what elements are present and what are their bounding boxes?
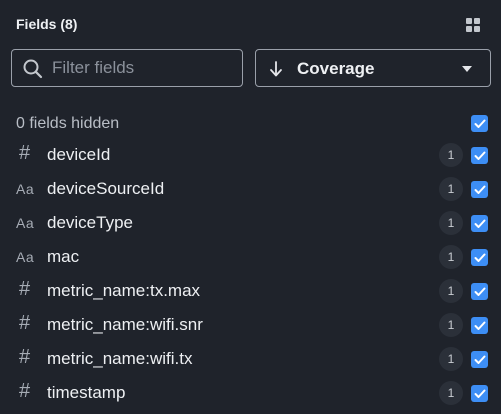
check-icon [474, 355, 485, 364]
sort-dropdown[interactable]: Coverage [255, 49, 491, 87]
field-visibility-checkbox[interactable] [471, 215, 488, 232]
field-name: deviceSourceId [47, 179, 165, 198]
count-badge: 1 [439, 177, 463, 201]
fields-panel: Fields (8) Coverage 0 fields hidden [0, 0, 501, 414]
field-visibility-checkbox[interactable] [471, 351, 488, 368]
hidden-fields-row: 0 fields hidden [16, 114, 492, 134]
count-badge: 1 [439, 381, 463, 405]
sort-label: Coverage [297, 59, 375, 78]
field-name: metric_name:wifi.snr [47, 315, 203, 334]
field-list: # deviceId 1 Aa deviceSourceId 1 Aa deviceType 1… [0, 138, 501, 410]
field-name: metric_name:tx.max [47, 281, 201, 300]
panel-header: Fields (8) [16, 14, 492, 36]
field-row[interactable]: # deviceId 1 [0, 138, 501, 172]
field-row[interactable]: Aa mac 1 [0, 240, 501, 274]
check-icon [474, 389, 485, 398]
check-icon [474, 321, 485, 330]
filter-fields-box[interactable] [11, 49, 243, 87]
field-visibility-checkbox[interactable] [471, 283, 488, 300]
field-row[interactable]: # metric_name:wifi.snr 1 [0, 308, 501, 342]
number-type-icon: # [19, 277, 31, 300]
arrow-down-icon [270, 61, 282, 77]
field-name: deviceType [47, 213, 133, 232]
count-badge: 1 [439, 347, 463, 371]
panel-title: Fields (8) [16, 16, 78, 32]
check-icon [474, 219, 485, 228]
string-type-icon: Aa [16, 181, 35, 197]
field-visibility-checkbox[interactable] [471, 385, 488, 402]
check-icon [474, 287, 485, 296]
check-icon [474, 253, 485, 262]
check-icon [474, 185, 485, 194]
field-row[interactable]: # timestamp 1 [0, 376, 501, 410]
count-badge: 1 [439, 245, 463, 269]
check-icon [474, 119, 485, 128]
field-row[interactable]: Aa deviceSourceId 1 [0, 172, 501, 206]
field-visibility-checkbox[interactable] [471, 181, 488, 198]
field-row[interactable]: Aa deviceType 1 [0, 206, 501, 240]
count-badge: 1 [439, 211, 463, 235]
toggle-all-checkbox[interactable] [471, 115, 488, 132]
layout-toggle-button[interactable] [462, 14, 484, 36]
count-badge: 1 [439, 279, 463, 303]
field-visibility-checkbox[interactable] [471, 317, 488, 334]
search-icon [23, 59, 43, 79]
grid-layout-icon [466, 18, 480, 32]
check-icon [474, 151, 485, 160]
string-type-icon: Aa [16, 215, 35, 231]
field-visibility-checkbox[interactable] [471, 249, 488, 266]
number-type-icon: # [19, 379, 31, 402]
field-row[interactable]: # metric_name:tx.max 1 [0, 274, 501, 308]
hidden-fields-label: 0 fields hidden [16, 115, 120, 132]
filter-fields-input[interactable] [52, 50, 237, 86]
number-type-icon: # [19, 311, 31, 334]
field-name: metric_name:wifi.tx [47, 349, 193, 368]
string-type-icon: Aa [16, 249, 35, 265]
number-type-icon: # [19, 141, 31, 164]
number-type-icon: # [19, 345, 31, 368]
field-name: mac [47, 247, 80, 266]
field-row[interactable]: # metric_name:wifi.tx 1 [0, 342, 501, 376]
count-badge: 1 [439, 143, 463, 167]
field-visibility-checkbox[interactable] [471, 147, 488, 164]
count-badge: 1 [439, 313, 463, 337]
caret-down-icon [462, 66, 472, 72]
field-name: deviceId [47, 145, 111, 164]
field-name: timestamp [47, 383, 126, 402]
